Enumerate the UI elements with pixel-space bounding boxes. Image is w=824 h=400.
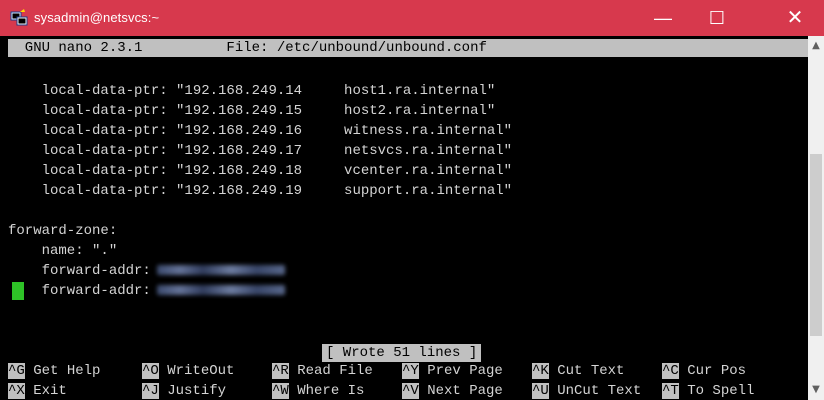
shortcut-get-help[interactable]: ^G Get Help [8,362,100,380]
shortcut-key: ^U [532,383,549,399]
shortcut-label: WriteOut [158,363,235,379]
redacted-address [156,265,285,276]
shortcut-label: Cut Text [548,363,625,379]
maximize-button[interactable]: ☐ [694,0,740,36]
shortcut-key: ^V [402,383,419,399]
scroll-up-icon[interactable]: ▲ [808,38,824,54]
shortcut-key: ^C [662,363,679,379]
shortcut-writeout[interactable]: ^O WriteOut [142,362,234,380]
shortcut-exit[interactable]: ^X Exit [8,382,67,400]
shortcut-label: Next Page [418,383,503,399]
config-line[interactable]: local-data-ptr: "192.168.249.14 host1.ra… [8,82,496,100]
shortcut-justify[interactable]: ^J Justify [142,382,226,400]
shortcut-label: Where Is [288,383,365,399]
shortcut-read-file[interactable]: ^R Read File [272,362,373,380]
close-button[interactable]: ✕ [772,0,818,36]
config-line[interactable]: local-data-ptr: "192.168.249.17 netsvcs.… [8,142,513,160]
shortcut-key: ^O [142,363,159,379]
shortcut-cur-pos[interactable]: ^C Cur Pos [662,362,746,380]
config-line[interactable]: local-data-ptr: "192.168.249.19 support.… [8,182,513,200]
shortcut-key: ^R [272,363,289,379]
shortcut-prev-page[interactable]: ^Y Prev Page [402,362,503,380]
shortcut-label: Exit [24,383,67,399]
config-line-with-redaction[interactable]: forward-addr: [8,262,285,280]
nano-header: GNU nano 2.3.1 File: /etc/unbound/unboun… [8,39,808,57]
status-message: [ Wrote 51 lines ] [322,344,482,362]
config-line[interactable]: local-data-ptr: "192.168.249.16 witness.… [8,122,513,140]
vertical-scrollbar[interactable]: ▲ ▼ [808,36,824,400]
shortcut-key: ^G [8,363,25,379]
shortcut-label: UnCut Text [548,383,642,399]
shortcut-label: Read File [288,363,373,379]
shortcut-label: To Spell [678,383,755,399]
config-line[interactable]: name: "." [8,242,118,260]
window-title: sysadmin@netsvcs:~ [34,10,160,25]
shortcut-row-2: ^X Exit ^J Justify ^W Where Is ^V Next P… [8,382,808,400]
minimize-button[interactable]: — [640,0,686,36]
shortcut-label: Get Help [24,363,101,379]
title-bar[interactable]: sysadmin@netsvcs:~ — ☐ ✕ [0,0,824,36]
shortcut-key: ^Y [402,363,419,379]
shortcut-key: ^T [662,383,679,399]
terminal-window: sysadmin@netsvcs:~ — ☐ ✕ GNU nano 2.3.1 … [0,0,824,400]
putty-icon [10,9,28,26]
shortcut-key: ^W [272,383,289,399]
shortcut-next-page[interactable]: ^V Next Page [402,382,503,400]
shortcut-key: ^J [142,383,159,399]
config-line-text: forward-addr: [8,283,151,299]
shortcut-row-1: ^G Get Help ^O WriteOut ^R Read File ^Y … [8,362,808,380]
redacted-address [156,285,285,296]
config-line[interactable]: local-data-ptr: "192.168.249.15 host2.ra… [8,102,496,120]
shortcut-label: Justify [158,383,227,399]
shortcut-label: Cur Pos [678,363,747,379]
shortcut-key: ^X [8,383,25,399]
shortcut-uncut-text[interactable]: ^U UnCut Text [532,382,641,400]
shortcut-to-spell[interactable]: ^T To Spell [662,382,754,400]
shortcut-where-is[interactable]: ^W Where Is [272,382,364,400]
scroll-down-icon[interactable]: ▼ [808,382,824,398]
terminal-area[interactable]: GNU nano 2.3.1 File: /etc/unbound/unboun… [8,36,808,400]
scroll-thumb[interactable] [810,154,822,336]
config-line[interactable]: local-data-ptr: "192.168.249.18 vcenter.… [8,162,513,180]
config-line-text: forward-addr: [8,263,151,279]
shortcut-key: ^K [532,363,549,379]
text-cursor [12,282,24,300]
config-line[interactable]: forward-zone: [8,222,117,240]
shortcut-label: Prev Page [418,363,503,379]
shortcut-cut-text[interactable]: ^K Cut Text [532,362,624,380]
config-line-with-redaction[interactable]: forward-addr: [8,282,285,300]
